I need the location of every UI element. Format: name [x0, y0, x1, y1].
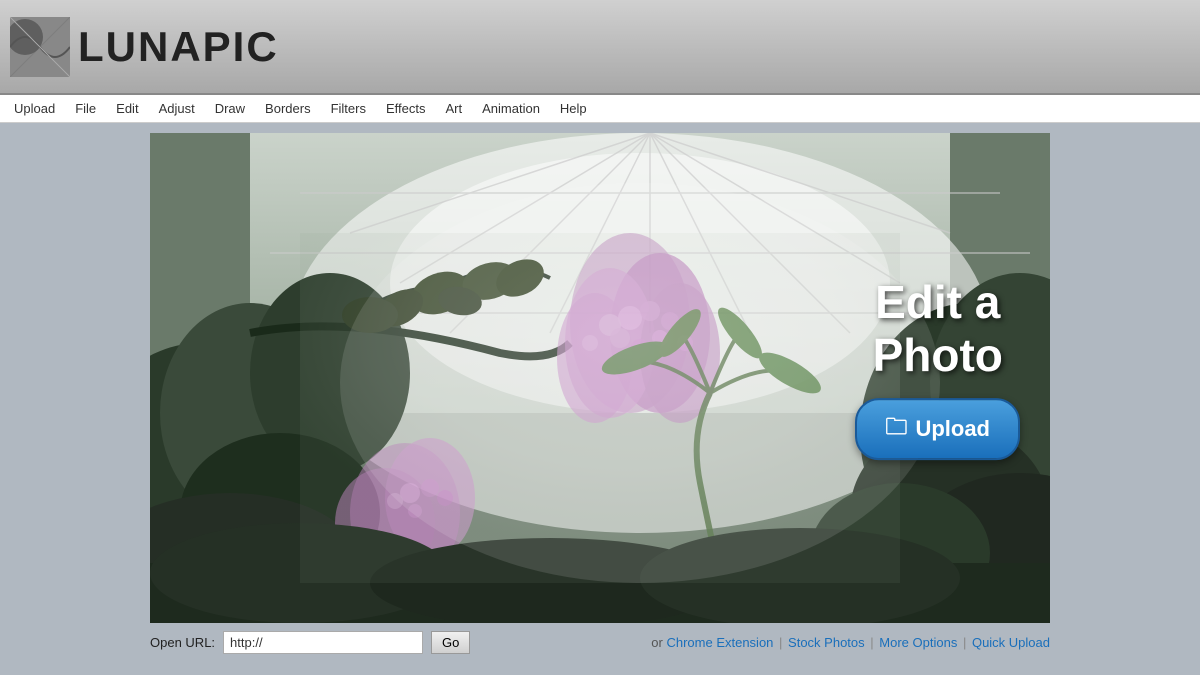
logo-text: LUNAPIC: [78, 23, 279, 71]
edit-photo-heading: Edit a Photo: [855, 276, 1020, 382]
nav-effects[interactable]: Effects: [376, 97, 436, 120]
separator-1: |: [779, 635, 786, 650]
links-area: or Chrome Extension | Stock Photos | Mor…: [651, 635, 1050, 650]
logo-container: LUNAPIC: [10, 17, 279, 77]
separator-3: |: [963, 635, 970, 650]
nav-art[interactable]: Art: [435, 97, 472, 120]
header: LUNAPIC: [0, 0, 1200, 95]
nav-file[interactable]: File: [65, 97, 106, 120]
links-prefix: or: [651, 635, 663, 650]
open-url-label: Open URL:: [150, 635, 215, 650]
folder-icon: 🗀: [885, 410, 907, 448]
go-button[interactable]: Go: [431, 631, 470, 654]
nav-adjust[interactable]: Adjust: [149, 97, 205, 120]
chrome-extension-link[interactable]: Chrome Extension: [666, 635, 773, 650]
quick-upload-link[interactable]: Quick Upload: [972, 635, 1050, 650]
nav-borders[interactable]: Borders: [255, 97, 321, 120]
nav-animation[interactable]: Animation: [472, 97, 550, 120]
nav-filters[interactable]: Filters: [321, 97, 376, 120]
nav-help[interactable]: Help: [550, 97, 597, 120]
stock-photos-link[interactable]: Stock Photos: [788, 635, 865, 650]
url-input[interactable]: [223, 631, 423, 654]
edit-photo-overlay: Edit a Photo 🗀 Upload: [855, 276, 1020, 460]
photo-editor-canvas: Edit a Photo 🗀 Upload: [150, 133, 1050, 623]
nav-upload[interactable]: Upload: [4, 97, 65, 120]
navbar: Upload File Edit Adjust Draw Borders Fil…: [0, 95, 1200, 123]
nav-draw[interactable]: Draw: [205, 97, 255, 120]
nav-edit[interactable]: Edit: [106, 97, 148, 120]
logo-icon: [10, 17, 70, 77]
separator-2: |: [870, 635, 877, 650]
main-content: Edit a Photo 🗀 Upload Open URL: Go or Ch…: [0, 123, 1200, 666]
upload-button-label: Upload: [915, 416, 990, 442]
bottom-bar: Open URL: Go or Chrome Extension | Stock…: [150, 623, 1050, 658]
upload-button[interactable]: 🗀 Upload: [855, 398, 1020, 460]
more-options-link[interactable]: More Options: [879, 635, 957, 650]
